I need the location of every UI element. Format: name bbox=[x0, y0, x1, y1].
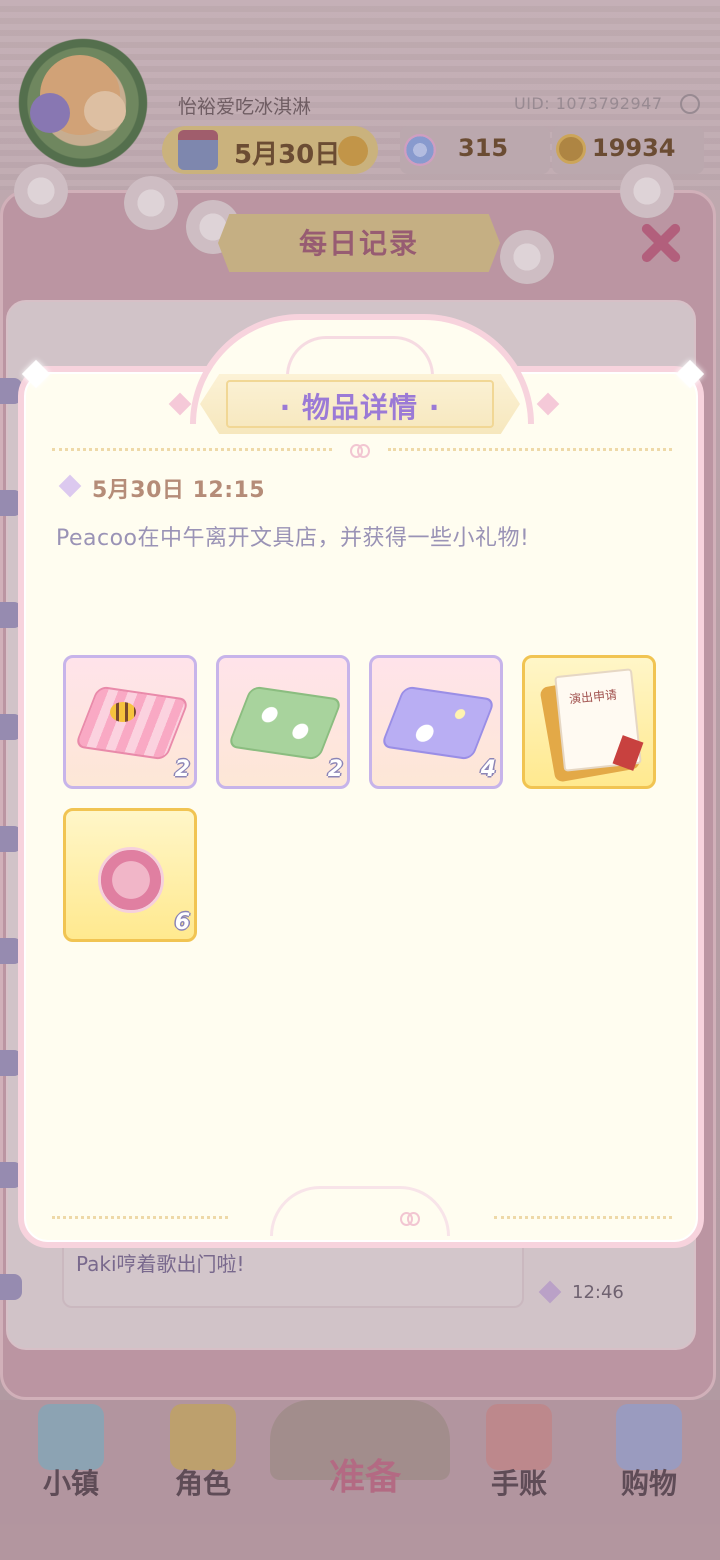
modal-arch-bottom bbox=[270, 1186, 450, 1236]
bow-icon bbox=[400, 1212, 420, 1226]
item-slot[interactable]: 2 bbox=[63, 655, 197, 789]
bow-icon bbox=[350, 444, 370, 458]
bee-icon bbox=[110, 702, 136, 722]
entry-datetime: 5月30日 12:15 bbox=[92, 478, 266, 503]
item-slot[interactable]: 6 bbox=[63, 808, 197, 942]
item-slot[interactable]: 4 bbox=[369, 655, 503, 789]
modal-title: · 物品详情 · bbox=[279, 391, 441, 424]
item-slot[interactable]: 2 bbox=[216, 655, 350, 789]
badge-icon bbox=[98, 847, 164, 913]
divider bbox=[388, 448, 672, 451]
entry-description: Peacoo在中午离开文具店，并获得一些小礼物! bbox=[56, 526, 530, 551]
item-count: 6 bbox=[174, 910, 190, 935]
item-slot[interactable]: 演出申请 bbox=[522, 655, 656, 789]
arch-ornament bbox=[286, 336, 434, 376]
green-flower-cloth-icon bbox=[227, 685, 343, 761]
item-count: 4 bbox=[480, 757, 496, 782]
purple-cloud-cloth-icon bbox=[380, 685, 496, 761]
item-count: 2 bbox=[174, 757, 190, 782]
divider bbox=[52, 448, 332, 451]
divider bbox=[52, 1216, 228, 1219]
divider bbox=[494, 1216, 672, 1219]
item-count: 2 bbox=[327, 757, 343, 782]
pink-bee-cloth-icon bbox=[74, 685, 190, 761]
